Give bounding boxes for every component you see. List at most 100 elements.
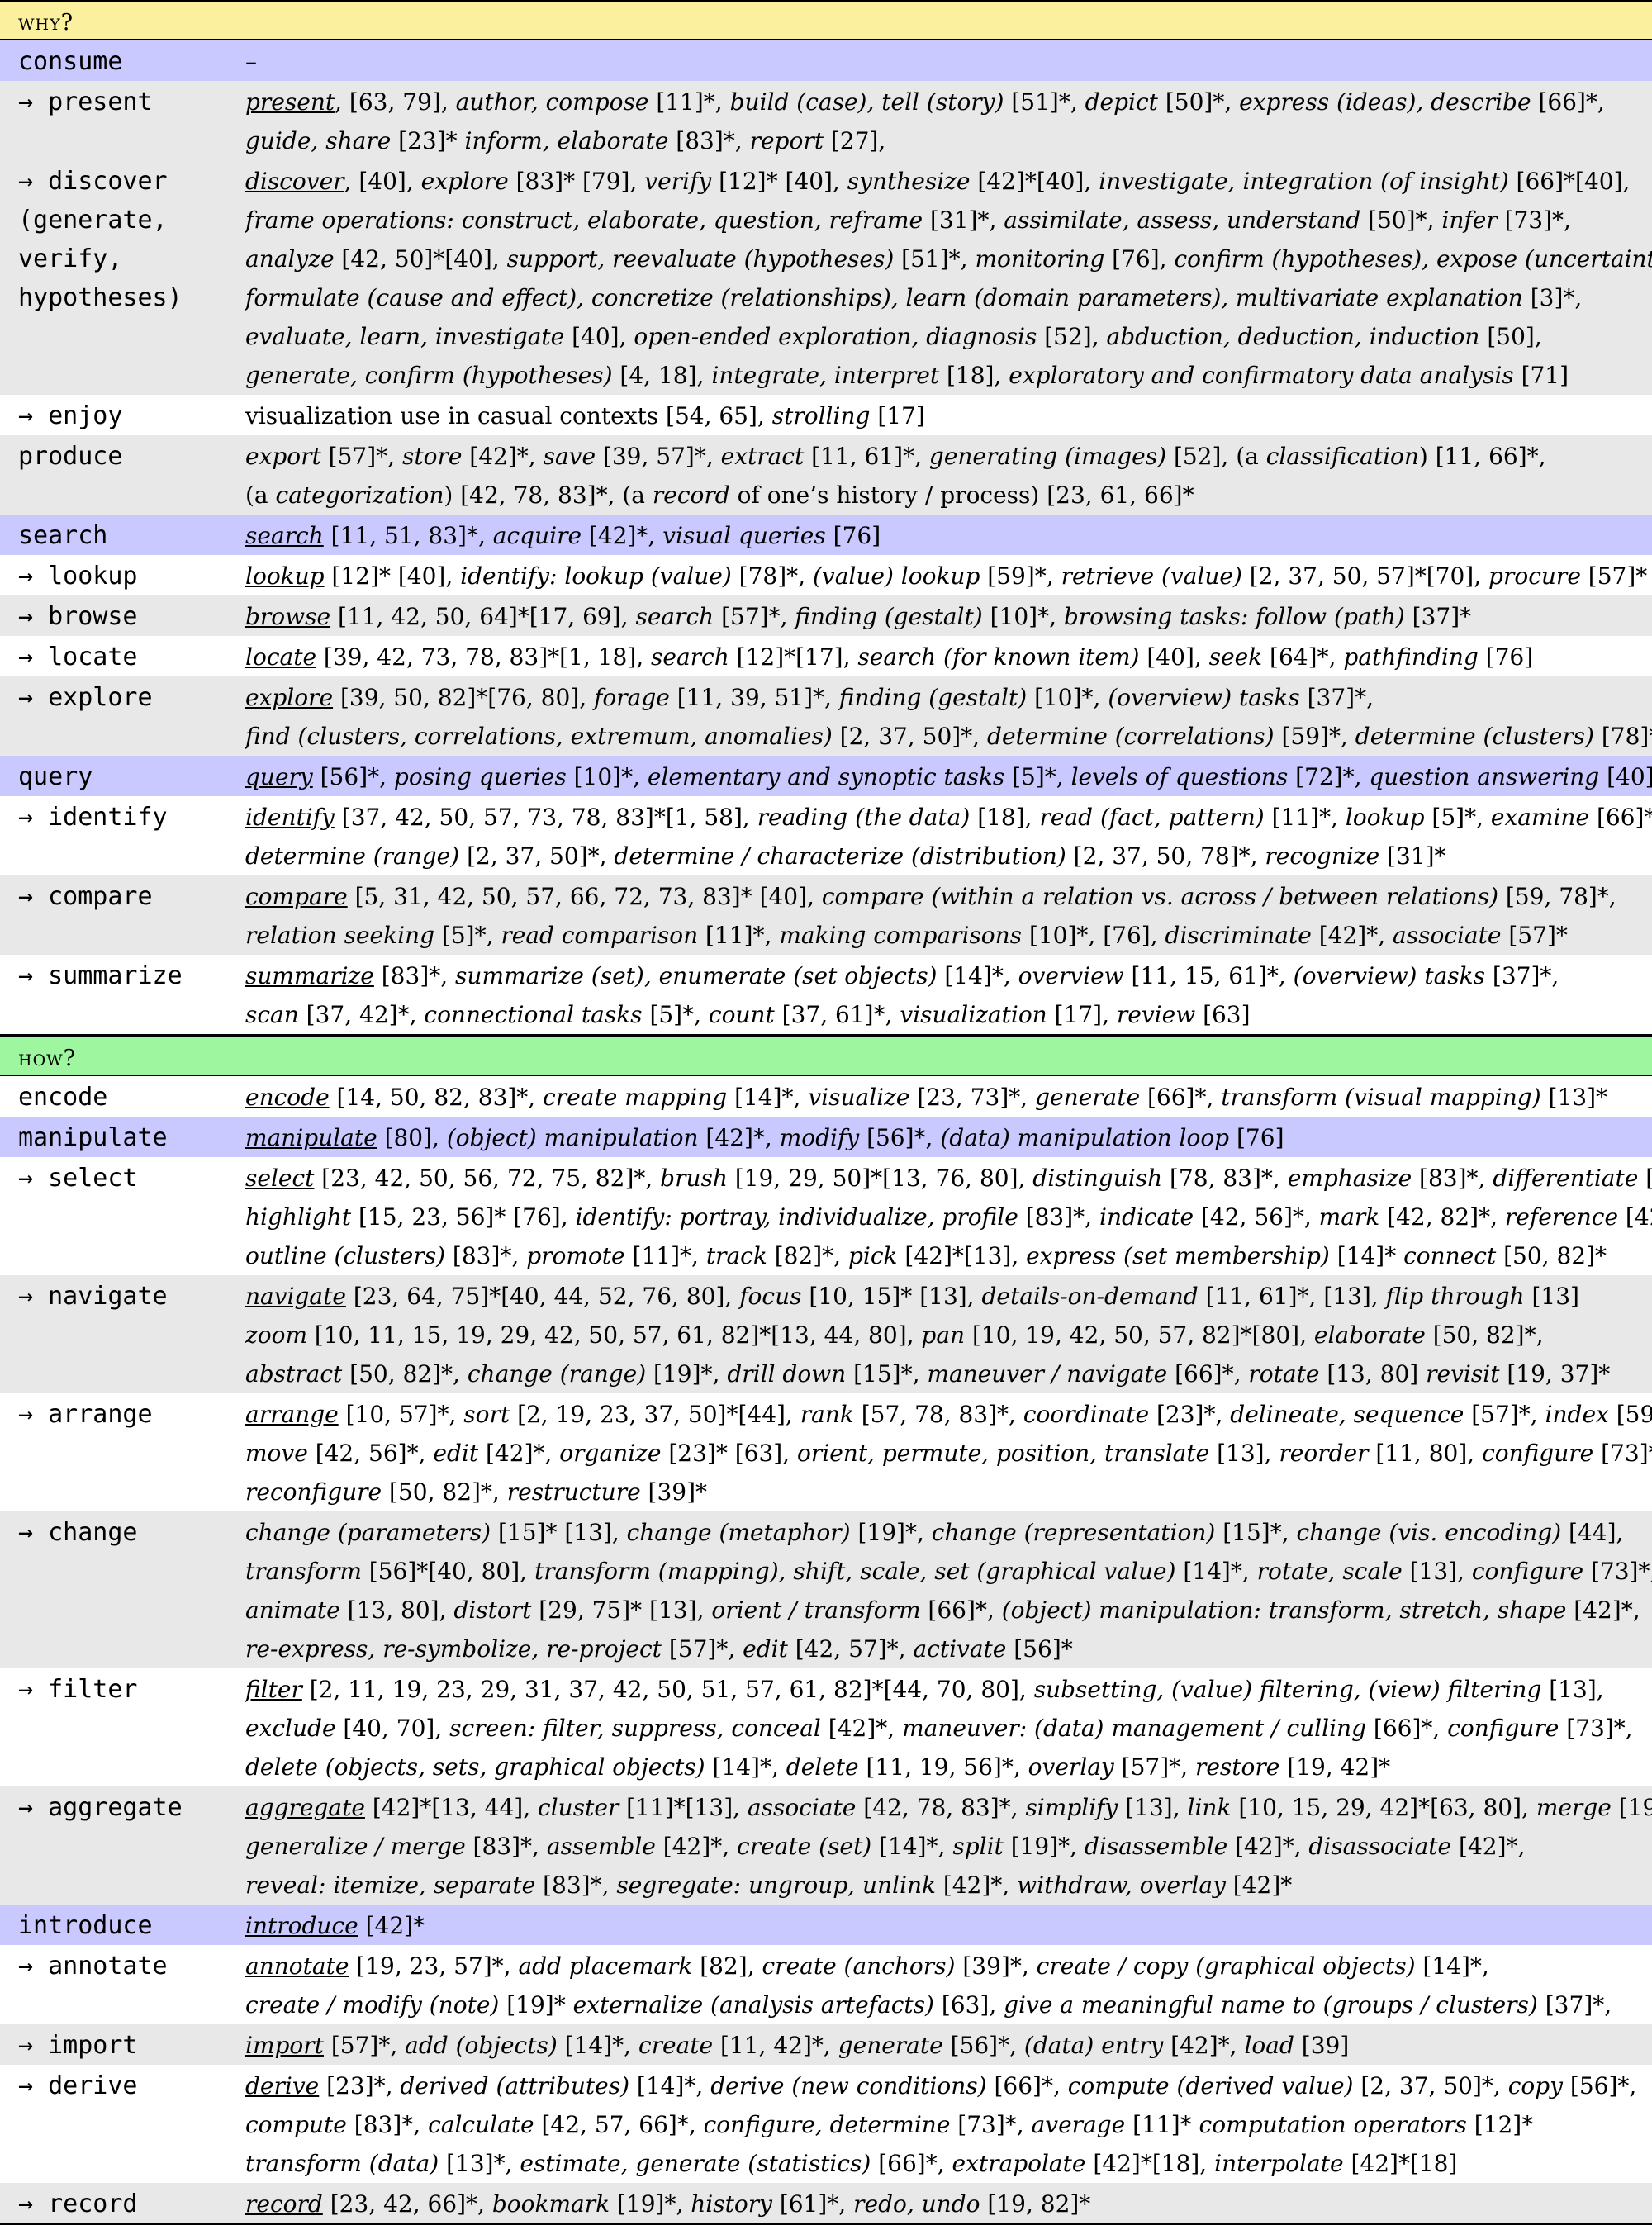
description-segment: [27], bbox=[823, 127, 886, 154]
description-segment: [50]*, bbox=[1157, 88, 1240, 116]
description-segment: revisit bbox=[1426, 1360, 1500, 1388]
description-line: manipulate [80], (object) manipulation [… bbox=[245, 1118, 1652, 1157]
description-segment: orient, permute, position, translate bbox=[797, 1440, 1210, 1467]
description-segment: count bbox=[708, 1001, 775, 1028]
description-segment: present bbox=[245, 88, 335, 116]
description-segment: (object) manipulation: transform, stretc… bbox=[1001, 1596, 1567, 1624]
description-segment: browsing tasks: follow (path) bbox=[1063, 603, 1405, 630]
task-term: → change bbox=[18, 1518, 138, 1547]
description-segment: [57]*, bbox=[714, 603, 795, 630]
task-term: query bbox=[18, 762, 93, 791]
description-segment: configure bbox=[1447, 1715, 1559, 1742]
description-line: exclude [40, 70], screen: filter, suppre… bbox=[245, 1709, 1652, 1748]
description-line: visualization use in casual contexts [54… bbox=[245, 396, 1652, 435]
description-segment: [10, 11, 15, 19, 29, 42, 50, 57, 61, 82]… bbox=[307, 1321, 922, 1349]
description-line: reconfigure [50, 82]*, restructure [39]* bbox=[245, 1473, 1652, 1511]
description-segment: exploratory and confirmatory data analys… bbox=[1009, 362, 1514, 389]
description-segment: configure bbox=[1482, 1440, 1594, 1467]
description-segment: split bbox=[952, 1833, 1004, 1860]
description-segment: [40, 70], bbox=[335, 1715, 450, 1742]
task-term: → arrange bbox=[18, 1400, 153, 1429]
table-row: consume – bbox=[0, 40, 1652, 81]
description-line: abstract [50, 82]*, change (range) [19]*… bbox=[245, 1354, 1652, 1393]
description-segment: read comparison bbox=[501, 922, 699, 949]
description-segment: [42]*, bbox=[582, 522, 663, 549]
description-segment: [73]*, bbox=[1497, 206, 1571, 234]
description-segment: , [40], bbox=[344, 168, 421, 195]
description-segment: (overview) tasks bbox=[1108, 684, 1300, 711]
description-segment: [57]*, bbox=[661, 1635, 743, 1663]
description-segment: [19, 37]* bbox=[1499, 1360, 1611, 1388]
description-segment: rotate, scale bbox=[1256, 1558, 1403, 1585]
task-term: → present bbox=[18, 88, 153, 116]
description-segment: [73]*, bbox=[1583, 1558, 1652, 1585]
description-segment: load bbox=[1244, 2032, 1294, 2059]
table-row: → browse browse [11, 42, 50, 64]*[17, 69]… bbox=[0, 595, 1652, 636]
description-segment: [19]* bbox=[499, 1991, 573, 2019]
description-segment: [51]*, bbox=[894, 245, 976, 273]
description-segment: [10]*, [76], bbox=[1022, 922, 1165, 949]
description-segment: determine (correlations) bbox=[987, 723, 1275, 750]
table-row: → aggregate aggregate [42]*[13, 44], clus… bbox=[0, 1786, 1652, 1905]
description-line: find (clusters, correlations, extremum, … bbox=[245, 717, 1652, 756]
table-row: → compare compare [5, 31, 42, 50, 57, 66,… bbox=[0, 875, 1652, 955]
description-segment: [19, 29, 50]*[13, 76, 80], bbox=[727, 1165, 1033, 1192]
description-segment: restore bbox=[1194, 1753, 1280, 1781]
task-description: manipulate [80], (object) manipulation [… bbox=[245, 1118, 1652, 1157]
description-segment: making comparisons bbox=[779, 922, 1023, 949]
description-segment: summarize (set), enumerate (set objects) bbox=[455, 962, 938, 989]
description-segment: compute bbox=[245, 2111, 347, 2138]
description-segment: guide, share bbox=[245, 127, 392, 154]
description-segment: [42, 57]*, bbox=[787, 1635, 914, 1663]
description-line: arrange [10, 57]*, sort [2, 19, 23, 37, … bbox=[245, 1395, 1652, 1434]
description-segment: [50], bbox=[1479, 323, 1542, 350]
description-segment: annotate bbox=[245, 1952, 349, 1980]
description-segment: reveal: itemize, separate bbox=[245, 1872, 536, 1899]
description-segment: [11, 42, 50, 64]*[17, 69], bbox=[330, 603, 636, 630]
description-segment: segregate: ungroup, unlink bbox=[616, 1872, 936, 1899]
description-line: transform [56]*[40, 80], transform (mapp… bbox=[245, 1552, 1652, 1591]
description-segment: arrange bbox=[245, 1401, 339, 1428]
task-term: → discover (generate, verify, hypotheses… bbox=[18, 167, 183, 312]
description-segment: [37, 42]*, bbox=[298, 1001, 425, 1028]
description-segment: lookup bbox=[1345, 804, 1425, 831]
table-row: → filter filter [2, 11, 19, 23, 29, 31, 3… bbox=[0, 1668, 1652, 1786]
description-segment: locate bbox=[245, 643, 317, 671]
description-segment: [50, 82]* bbox=[1496, 1242, 1607, 1269]
description-segment: bookmark bbox=[491, 2190, 610, 2218]
task-term: → browse bbox=[18, 602, 138, 631]
description-segment: [13], bbox=[1118, 1794, 1188, 1821]
description-segment: generating (images) bbox=[928, 443, 1167, 470]
description-segment: [11]*, bbox=[648, 88, 730, 116]
description-segment: review bbox=[1116, 1001, 1196, 1028]
description-segment: copy bbox=[1507, 2072, 1563, 2099]
description-segment: [37]*, bbox=[1299, 684, 1374, 711]
table-row: → select select [23, 42, 50, 56, 72, 75, … bbox=[0, 1157, 1652, 1275]
description-segment: [42, 50]*[40], bbox=[334, 245, 507, 273]
description-segment: [11]*[13], bbox=[619, 1794, 748, 1821]
description-line: introduce [42]* bbox=[245, 1906, 1652, 1945]
description-segment: modify bbox=[779, 1124, 860, 1151]
description-segment: export bbox=[245, 443, 321, 470]
description-segment: rank bbox=[800, 1401, 854, 1428]
description-segment: [10, 15]* [13], bbox=[801, 1283, 982, 1310]
task-description: identify [37, 42, 50, 57, 73, 78, 83]*[1… bbox=[245, 798, 1652, 875]
description-segment: [66]*, bbox=[920, 1596, 1002, 1624]
description-segment: identify: lookup (value) bbox=[460, 562, 732, 590]
description-segment: [51]*, bbox=[1004, 88, 1085, 116]
description-segment: disassemble bbox=[1084, 1833, 1228, 1860]
description-segment: transform (visual mapping) bbox=[1221, 1084, 1541, 1111]
description-segment: [4, 18], bbox=[612, 362, 712, 389]
description-segment: [40], bbox=[1139, 643, 1209, 671]
description-segment: report bbox=[749, 127, 824, 154]
description-segment: reconfigure bbox=[245, 1478, 382, 1506]
description-segment: delete bbox=[786, 1753, 859, 1781]
description-segment: [37]*, bbox=[1537, 1991, 1612, 2019]
description-line: filter [2, 11, 19, 23, 29, 31, 37, 42, 5… bbox=[245, 1670, 1652, 1709]
description-segment: generalize / merge bbox=[245, 1833, 466, 1860]
description-line: – bbox=[245, 42, 1652, 81]
description-segment: [11]* bbox=[1125, 2111, 1199, 2138]
description-segment: open-ended exploration, diagnosis bbox=[634, 323, 1037, 350]
description-segment: assimilate, assess, understand bbox=[1004, 206, 1361, 234]
description-segment: redo, undo bbox=[853, 2190, 980, 2218]
